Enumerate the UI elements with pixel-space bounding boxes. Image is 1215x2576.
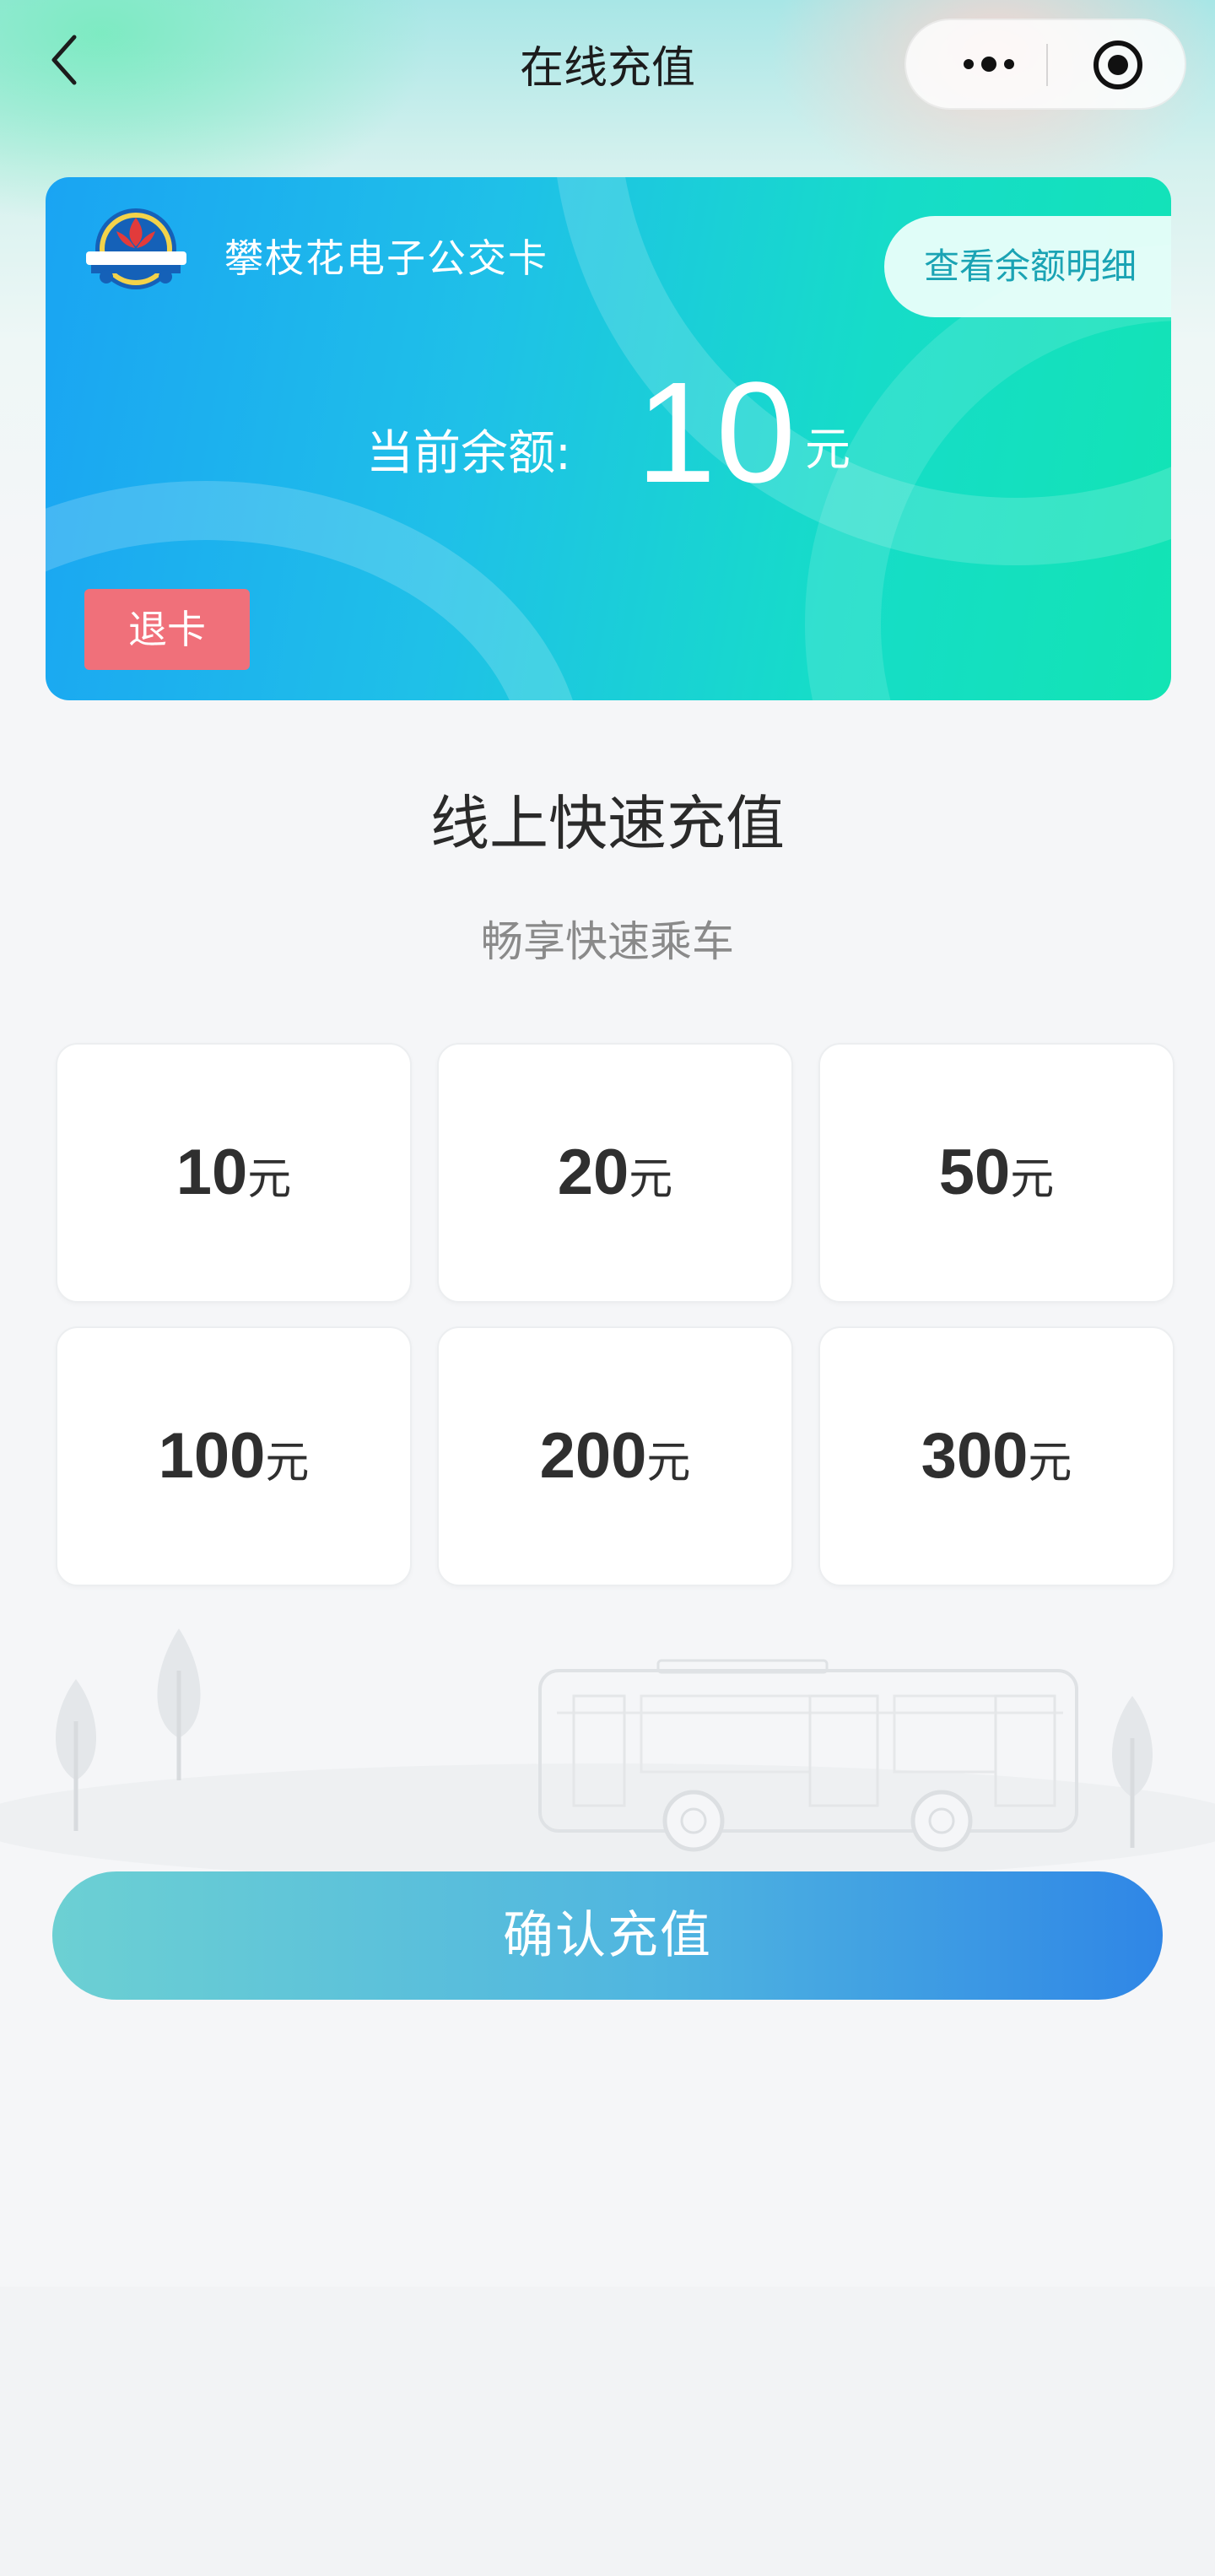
amount-value: 50	[938, 1137, 1011, 1208]
amount-option-50[interactable]: 50元	[818, 1043, 1174, 1303]
bus-company-logo	[79, 203, 193, 295]
section-subtitle: 畅享快速乘车	[481, 917, 734, 966]
section-title: 线上快速充值	[430, 789, 785, 858]
more-button[interactable]	[947, 37, 1031, 91]
amount-unit: 元	[247, 1154, 292, 1205]
bus-card: 攀枝花电子公交卡 查看余额明细 当前余额: 10 元 退卡	[46, 177, 1171, 700]
balance-unit: 元	[805, 423, 850, 476]
amount-option-100[interactable]: 100元	[56, 1326, 412, 1586]
amount-option-10[interactable]: 10元	[56, 1043, 412, 1303]
amount-value: 100	[158, 1420, 266, 1492]
balance-value: 10	[636, 353, 796, 513]
recharge-page: 在线充值 攀枝花电子公交卡 查看余额明细 当前余额: 10 元 退卡 线上快速充…	[0, 0, 1215, 2576]
amount-unit: 元	[265, 1438, 310, 1488]
balance-detail-button[interactable]: 查看余额明细	[884, 216, 1171, 317]
bottom-area	[0, 2287, 1215, 2576]
amount-option-20[interactable]: 20元	[437, 1043, 793, 1303]
refund-card-button[interactable]: 退卡	[84, 589, 250, 670]
amount-value: 300	[921, 1420, 1029, 1492]
amount-unit: 元	[646, 1438, 691, 1488]
confirm-recharge-button[interactable]: 确认充值	[52, 1871, 1163, 2000]
card-name: 攀枝花电子公交卡	[224, 235, 548, 281]
amount-unit: 元	[1010, 1154, 1055, 1205]
miniprogram-capsule	[904, 19, 1186, 110]
more-dots-icon	[964, 57, 1014, 72]
amount-value: 200	[539, 1420, 647, 1492]
amount-value: 20	[557, 1137, 629, 1208]
close-miniprogram-button[interactable]	[1090, 37, 1146, 93]
target-icon	[1094, 41, 1142, 89]
amount-unit: 元	[629, 1154, 673, 1205]
balance-label: 当前余额:	[366, 426, 571, 481]
bus-scenery-illustration	[0, 1620, 1215, 1882]
amount-unit: 元	[1028, 1438, 1072, 1488]
amount-option-300[interactable]: 300元	[818, 1326, 1174, 1586]
amount-value: 10	[176, 1137, 248, 1208]
capsule-divider	[1046, 44, 1048, 86]
amount-option-200[interactable]: 200元	[437, 1326, 793, 1586]
